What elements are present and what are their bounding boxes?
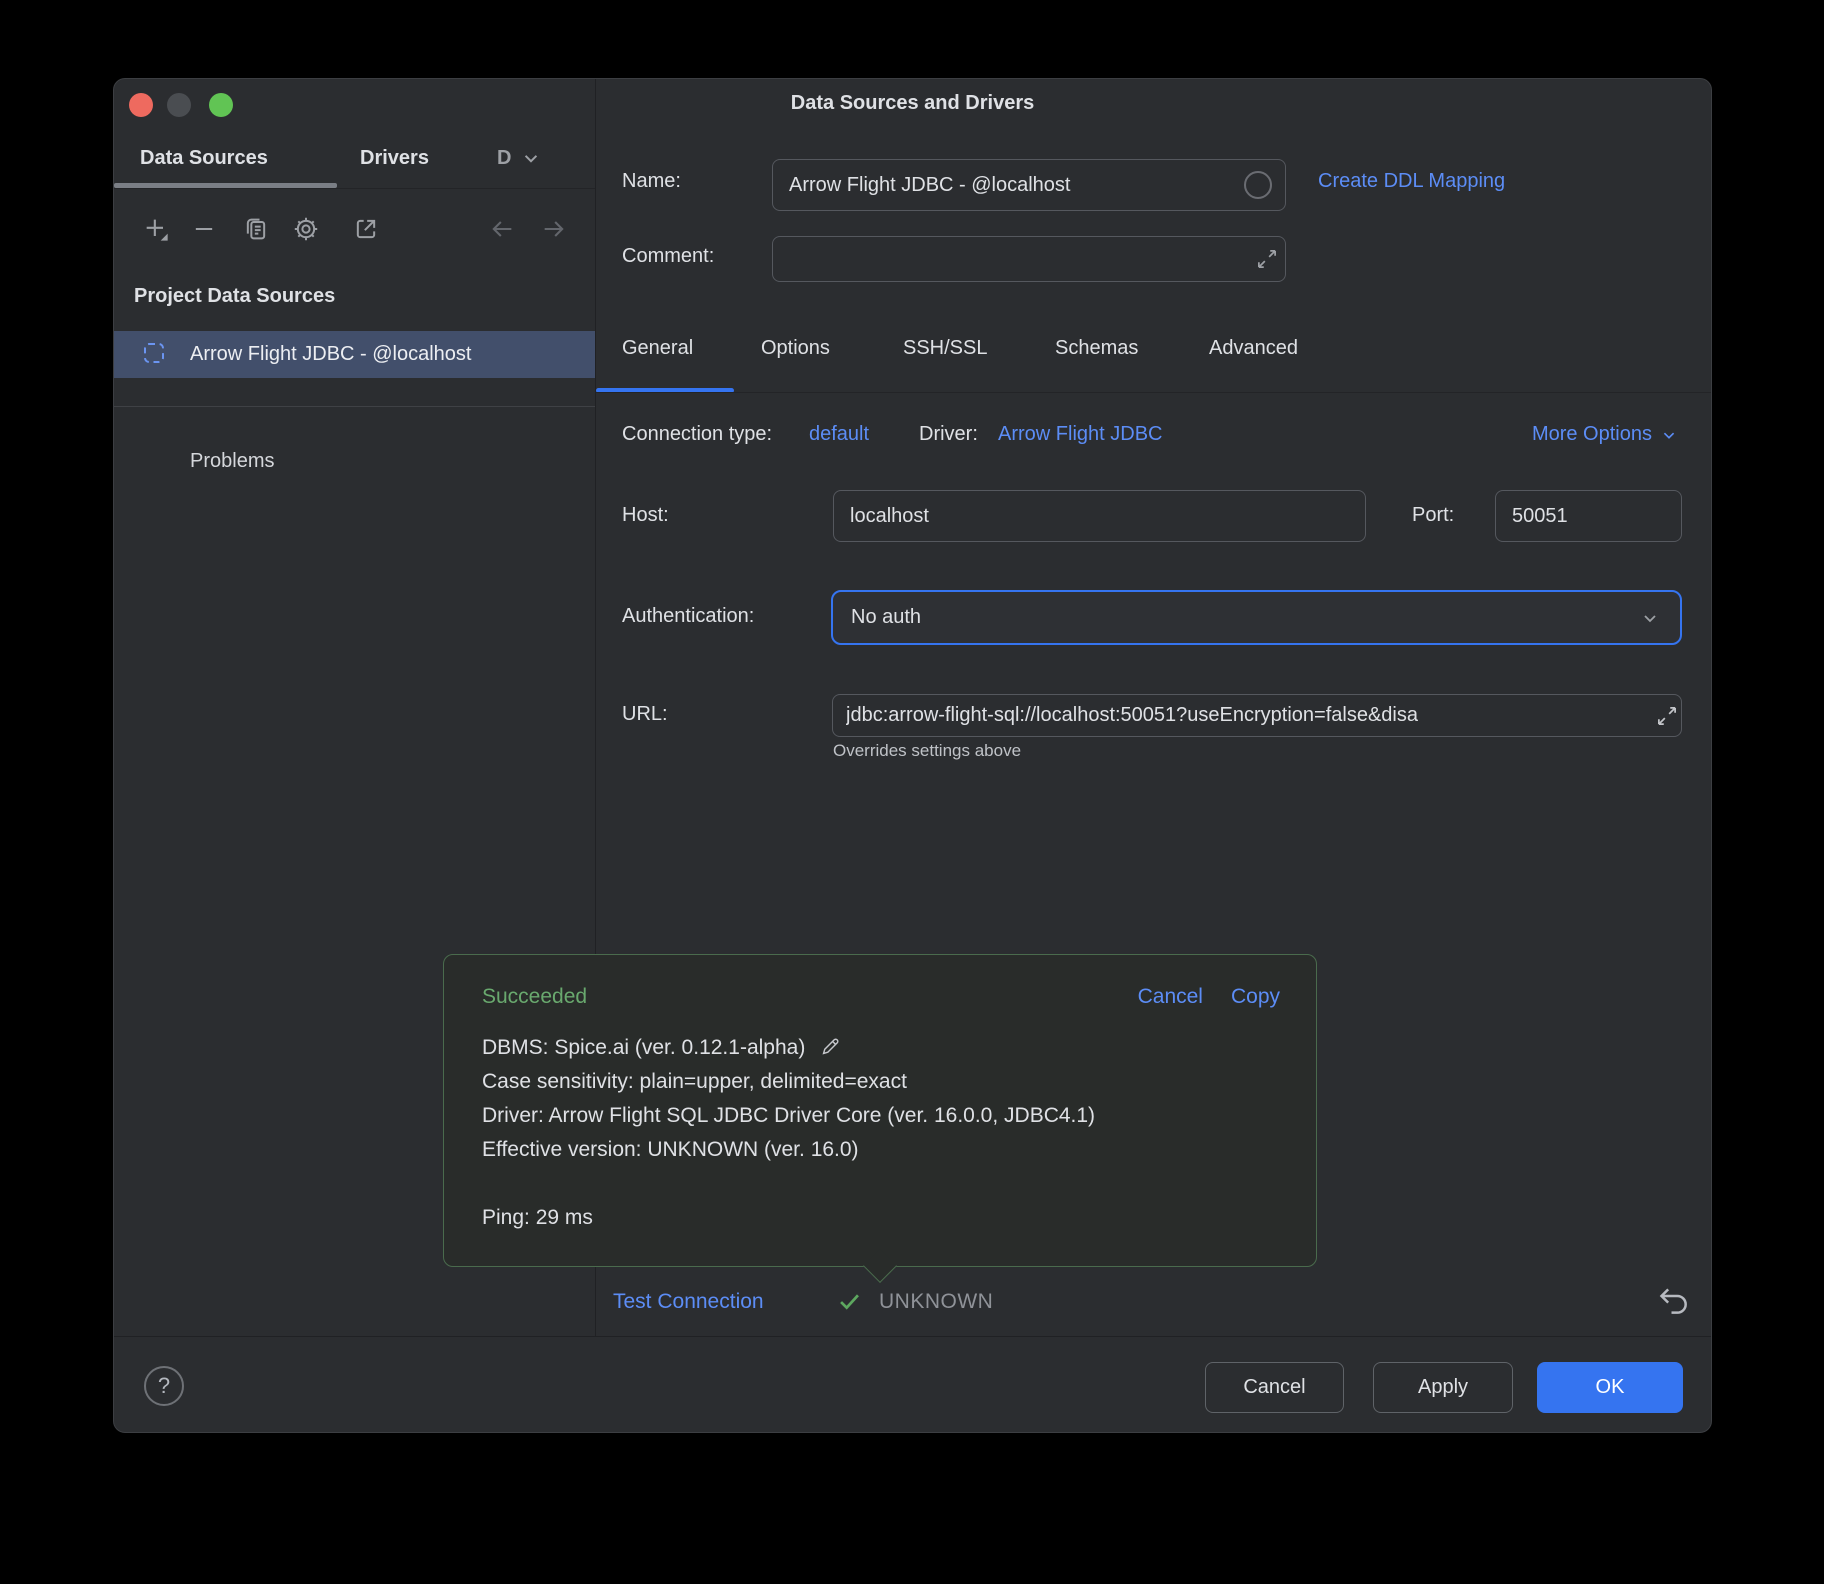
sidebar-item-problems[interactable]: Problems xyxy=(190,450,274,473)
ok-button[interactable]: OK xyxy=(1537,1362,1683,1413)
apply-button[interactable]: Apply xyxy=(1373,1362,1513,1413)
popup-copy-link[interactable]: Copy xyxy=(1231,985,1280,1009)
url-label: URL: xyxy=(622,703,668,726)
tab-advanced[interactable]: Advanced xyxy=(1209,337,1298,360)
project-data-sources-header: Project Data Sources xyxy=(134,285,335,308)
more-options-label: More Options xyxy=(1532,423,1652,446)
name-label: Name: xyxy=(622,170,681,193)
success-checkmark-icon xyxy=(836,1288,863,1315)
tab-overflow[interactable]: D xyxy=(497,127,511,189)
connection-status-text: UNKNOWN xyxy=(879,1290,993,1314)
active-tab-indicator xyxy=(114,183,337,188)
window-title: Data Sources and Drivers xyxy=(114,92,1711,115)
gear-icon[interactable] xyxy=(292,215,320,243)
dbms-line: DBMS: Spice.ai (ver. 0.12.1-alpha) xyxy=(482,1031,1286,1065)
data-source-list-item-selected[interactable]: Arrow Flight JDBC - @localhost xyxy=(114,331,595,378)
comment-input[interactable] xyxy=(772,236,1286,282)
duplicate-icon[interactable] xyxy=(242,215,270,243)
popup-details: DBMS: Spice.ai (ver. 0.12.1-alpha) Case … xyxy=(482,1031,1286,1235)
chevron-down-icon[interactable] xyxy=(518,145,544,171)
tab-ssh-ssl[interactable]: SSH/SSL xyxy=(903,337,987,360)
dbms-text: DBMS: Spice.ai (ver. 0.12.1-alpha) xyxy=(482,1036,805,1059)
desktop-background: Data Sources and Drivers Data Sources Dr… xyxy=(0,0,1824,1584)
open-in-new-window-icon[interactable] xyxy=(352,215,380,243)
driver-label: Driver: xyxy=(919,423,978,446)
more-options-dropdown[interactable]: More Options xyxy=(1532,423,1680,446)
comment-field-wrap xyxy=(772,236,1286,282)
chevron-down-icon xyxy=(1658,424,1680,446)
tab-general[interactable]: General xyxy=(622,337,693,360)
undo-icon[interactable] xyxy=(1654,1281,1694,1321)
help-button[interactable]: ? xyxy=(144,1366,184,1406)
tab-options[interactable]: Options xyxy=(761,337,830,360)
back-arrow-icon[interactable] xyxy=(488,215,516,243)
popup-header: Succeeded Cancel Copy xyxy=(482,985,1280,1009)
connection-type-label: Connection type: xyxy=(622,423,772,446)
host-label: Host: xyxy=(622,504,669,527)
popup-cancel-link[interactable]: Cancel xyxy=(1138,985,1203,1009)
url-input[interactable] xyxy=(832,694,1682,737)
url-field-wrap xyxy=(832,694,1682,737)
sidebar-tab-strip: Data Sources Drivers D xyxy=(114,127,595,189)
status-badge: Succeeded xyxy=(482,985,587,1009)
port-label: Port: xyxy=(1412,504,1454,527)
authentication-select[interactable]: No auth xyxy=(831,590,1682,645)
authentication-value: No auth xyxy=(851,606,921,629)
chevron-down-icon xyxy=(1638,606,1662,630)
add-data-source-button[interactable] xyxy=(142,215,170,243)
host-input[interactable] xyxy=(833,490,1366,542)
create-ddl-mapping-link[interactable]: Create DDL Mapping xyxy=(1318,170,1505,193)
popup-pointer xyxy=(863,1249,897,1283)
expand-editor-icon[interactable] xyxy=(1254,246,1280,272)
data-sources-dialog: Data Sources and Drivers Data Sources Dr… xyxy=(113,78,1712,1433)
comment-label: Comment: xyxy=(622,245,714,268)
tab-drivers[interactable]: Drivers xyxy=(360,127,429,189)
driver-value-link[interactable]: Arrow Flight JDBC xyxy=(998,423,1162,446)
expand-editor-icon[interactable] xyxy=(1654,703,1680,729)
sidebar-divider xyxy=(114,406,595,407)
remove-button[interactable] xyxy=(190,215,218,243)
ping-line: Ping: 29 ms xyxy=(482,1201,1286,1235)
cancel-button[interactable]: Cancel xyxy=(1205,1362,1344,1413)
edit-pencil-icon[interactable] xyxy=(819,1036,841,1058)
url-hint: Overrides settings above xyxy=(833,741,1021,761)
data-source-name: Arrow Flight JDBC - @localhost xyxy=(190,331,471,378)
name-field-wrap xyxy=(772,159,1286,211)
settings-tab-border xyxy=(596,392,1711,393)
tab-schemas[interactable]: Schemas xyxy=(1055,337,1138,360)
authentication-label: Authentication: xyxy=(622,605,754,628)
effective-version-line: Effective version: UNKNOWN (ver. 16.0) xyxy=(482,1133,1286,1167)
case-sensitivity-line: Case sensitivity: plain=upper, delimited… xyxy=(482,1065,1286,1099)
connection-type-value-link[interactable]: default xyxy=(809,423,869,446)
test-connection-popup: Succeeded Cancel Copy DBMS: Spice.ai (ve… xyxy=(443,954,1317,1267)
driver-line: Driver: Arrow Flight SQL JDBC Driver Cor… xyxy=(482,1099,1286,1133)
blank-line xyxy=(482,1167,1286,1201)
test-connection-link[interactable]: Test Connection xyxy=(613,1290,764,1314)
port-input[interactable] xyxy=(1495,490,1682,542)
tab-data-sources[interactable]: Data Sources xyxy=(140,127,268,189)
loading-ring-icon xyxy=(1244,171,1272,199)
driver-icon xyxy=(144,343,164,363)
name-input[interactable] xyxy=(772,159,1286,211)
footer-divider xyxy=(114,1336,1711,1337)
forward-arrow-icon[interactable] xyxy=(540,215,568,243)
